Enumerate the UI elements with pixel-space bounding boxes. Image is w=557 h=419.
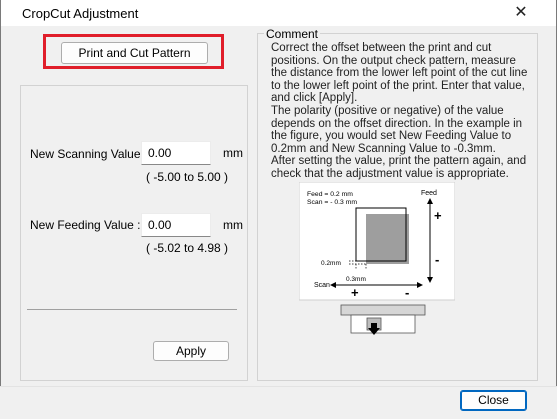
- feeding-value-input[interactable]: 0.00: [141, 213, 211, 237]
- scanning-unit: mm: [223, 146, 243, 160]
- print-area: [366, 214, 409, 264]
- scanning-value-input[interactable]: 0.00: [141, 141, 211, 165]
- separator-line: [27, 309, 237, 310]
- crop-cut-dialog: CropCut Adjustment ✕ Print and Cut Patte…: [0, 0, 557, 419]
- measure-scan-label: 0.3mm: [346, 276, 366, 283]
- print-cut-pattern-button[interactable]: Print and Cut Pattern: [61, 42, 208, 64]
- comment-text: Correct the offset between the print and…: [271, 42, 533, 181]
- offset-diagram: Feed = 0.2 mm Scan = - 0.3 mm Feed + - 0…: [299, 182, 455, 335]
- close-label: Close: [478, 393, 509, 407]
- close-button[interactable]: Close: [460, 390, 527, 411]
- values-group: [20, 85, 248, 381]
- feed-minus: -: [435, 252, 439, 267]
- scan-note: Scan = - 0.3 mm: [307, 199, 357, 206]
- scanning-value-label: New Scanning Value :: [30, 147, 148, 161]
- scan-minus: -: [405, 285, 409, 300]
- measure-feed-label: 0.2mm: [321, 260, 341, 267]
- window-border-left: [0, 0, 1, 419]
- feeding-unit: mm: [223, 218, 243, 232]
- window-title: CropCut Adjustment: [22, 6, 139, 21]
- scan-plus: +: [351, 285, 359, 300]
- feed-axis-label: Feed: [421, 190, 437, 197]
- feeding-value-text: 0.00: [148, 218, 172, 232]
- feed-plus: +: [434, 208, 442, 223]
- close-icon[interactable]: ✕: [510, 2, 532, 24]
- comment-paragraph: After setting the value, print the patte…: [271, 155, 527, 180]
- scan-axis-label: Scan: [314, 282, 330, 289]
- feed-note: Feed = 0.2 mm: [307, 191, 353, 198]
- apply-label: Apply: [175, 344, 207, 358]
- feeding-value-label: New Feeding Value :: [30, 218, 141, 232]
- feeding-range: ( -5.02 to 4.98 ): [146, 241, 229, 255]
- print-cut-pattern-label: Print and Cut Pattern: [78, 46, 191, 60]
- scanning-range: ( -5.00 to 5.00 ): [146, 170, 229, 184]
- comment-legend: Comment: [264, 27, 321, 41]
- comment-paragraph: The polarity (positive or negative) of t…: [271, 104, 523, 155]
- printer-carriage-icon: [340, 304, 426, 335]
- comment-paragraph: Correct the offset between the print and…: [271, 42, 528, 105]
- title-bar: CropCut Adjustment ✕: [0, 0, 557, 26]
- apply-button[interactable]: Apply: [153, 341, 229, 361]
- scanning-value-text: 0.00: [148, 146, 172, 160]
